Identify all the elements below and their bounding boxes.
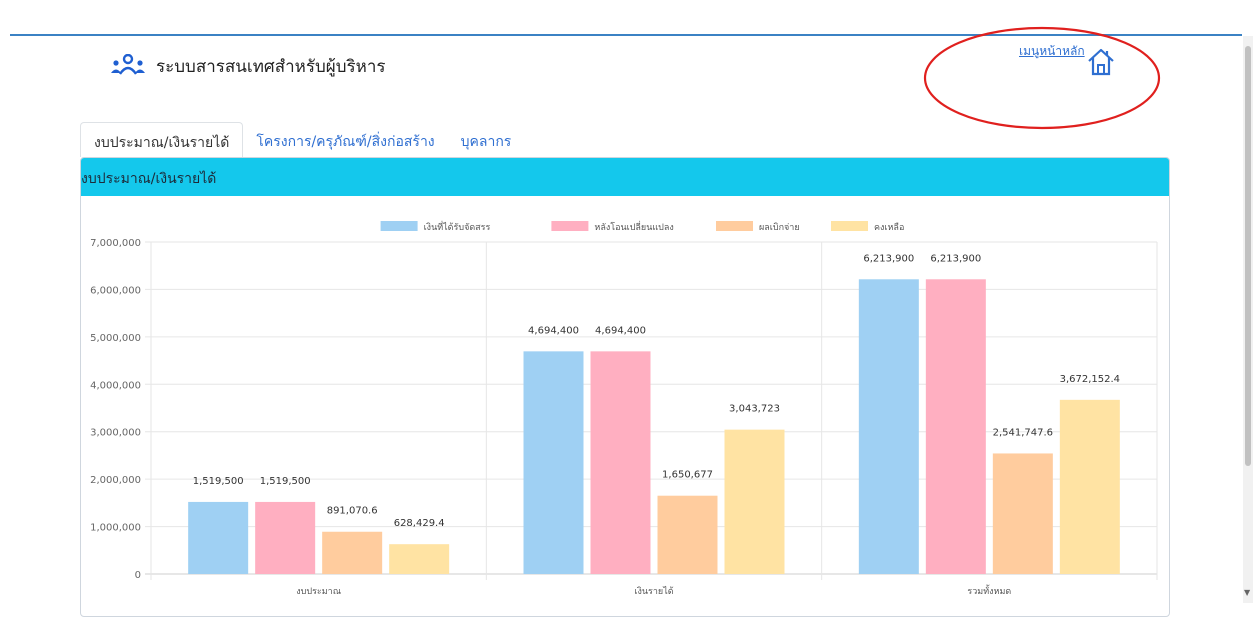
- legend-label: ผลเบิกจ่าย: [759, 222, 800, 233]
- data-label: 1,519,500: [260, 476, 311, 487]
- y-tick-label: 3,000,000: [90, 428, 141, 439]
- legend-swatch: [380, 221, 418, 231]
- data-label: 4,694,400: [528, 325, 579, 336]
- y-tick-label: 4,000,000: [90, 380, 141, 391]
- annotation-ellipse: [923, 26, 1161, 130]
- y-tick-label: 1,000,000: [90, 523, 141, 534]
- scrollbar-thumb[interactable]: [1245, 46, 1251, 466]
- data-label: 3,672,152.4: [1060, 374, 1120, 385]
- x-tick-label: งบประมาณ: [296, 587, 341, 597]
- y-tick-label: 5,000,000: [90, 333, 141, 344]
- tab-personnel[interactable]: บุคลากร: [448, 122, 525, 157]
- y-tick-label: 0: [135, 570, 141, 581]
- data-label: 6,213,900: [863, 253, 914, 264]
- bar: [925, 279, 986, 574]
- bar: [188, 501, 249, 574]
- bar: [992, 453, 1053, 574]
- legend-swatch: [551, 221, 589, 231]
- page-scrollbar[interactable]: ▼: [1243, 36, 1253, 603]
- data-label: 6,213,900: [930, 253, 981, 264]
- users-icon: [110, 53, 146, 80]
- bar: [858, 279, 919, 574]
- legend-label: หลังโอนเปลี่ยนแปลง: [594, 220, 673, 233]
- legend-label: เงินที่ได้รับจัดสรร: [424, 220, 491, 233]
- data-label: 4,694,400: [595, 325, 646, 336]
- tab-projects[interactable]: โครงการ/ครุภัณฑ์/สิ่งก่อสร้าง: [243, 122, 447, 157]
- x-tick-label: เงินรายได้: [634, 586, 673, 597]
- bar: [322, 531, 383, 574]
- budget-bar-chart: 0 1,000,000 2,000,000 3,000,000 4,000,000 5,0…: [90, 220, 1158, 597]
- bar: [724, 429, 785, 574]
- legend-label: คงเหลือ: [874, 222, 904, 233]
- data-label: 1,519,500: [193, 476, 244, 487]
- bar: [1059, 399, 1120, 574]
- legend-swatch: [831, 221, 868, 231]
- y-tick-label: 6,000,000: [90, 285, 141, 296]
- y-tick-label: 2,000,000: [90, 475, 141, 486]
- bar: [590, 351, 651, 574]
- bar: [657, 495, 718, 574]
- data-label: 2,541,747.6: [993, 427, 1053, 438]
- scroll-down-icon[interactable]: ▼: [1244, 588, 1250, 597]
- data-label: 891,070.6: [327, 506, 378, 517]
- tab-bar: งบประมาณ/เงินรายได้ โครงการ/ครุภัณฑ์/สิ่…: [80, 122, 524, 157]
- y-tick-label: 7,000,000: [90, 238, 141, 249]
- tab-budget[interactable]: งบประมาณ/เงินรายได้: [80, 122, 244, 157]
- x-tick-label: รวมทั้งหมด: [967, 584, 1011, 597]
- bar: [255, 501, 316, 574]
- data-label: 3,043,723: [729, 404, 780, 415]
- app-title: ระบบสารสนเทศสำหรับผู้บริหาร: [156, 57, 386, 77]
- budget-card: งบประมาณ/เงินรายได้ 0 1,000,000 2,000,000 3…: [80, 157, 1170, 617]
- bar: [389, 544, 450, 574]
- bar: [523, 351, 584, 574]
- legend-swatch: [716, 221, 753, 231]
- data-label: 1,650,677: [662, 470, 713, 481]
- data-label: 628,429.4: [394, 518, 445, 529]
- app-brand: ระบบสารสนเทศสำหรับผู้บริหาร: [110, 53, 386, 80]
